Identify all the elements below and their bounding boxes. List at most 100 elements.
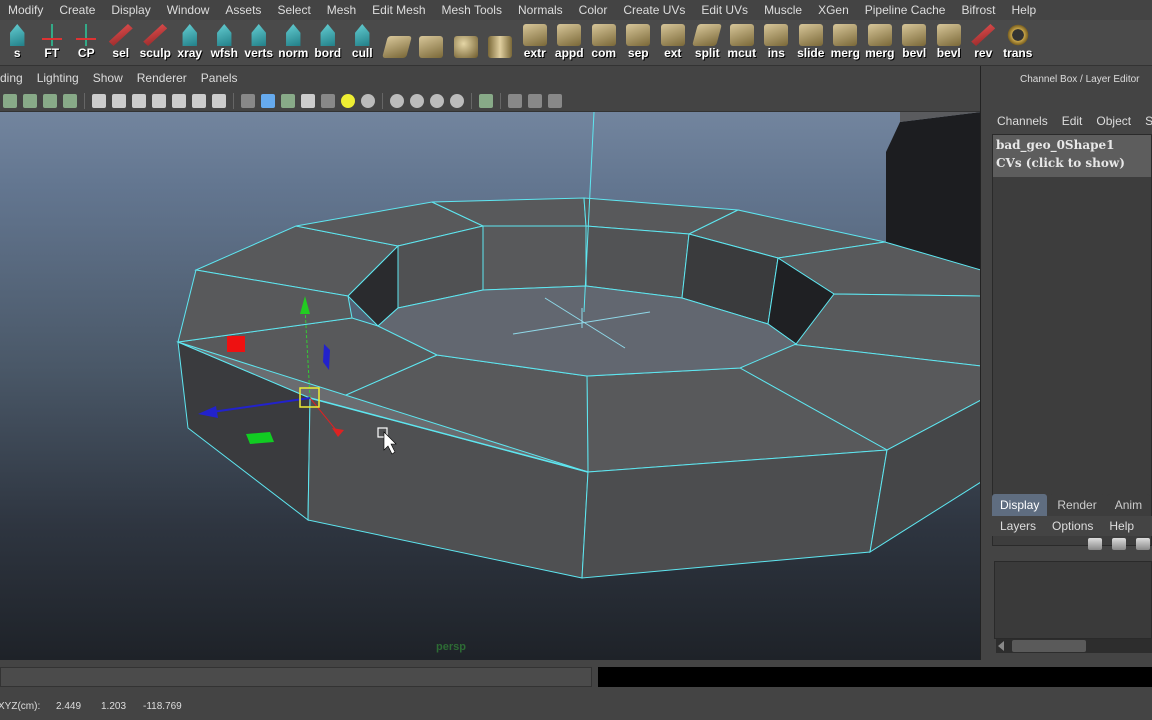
tab-render[interactable]: Render [1049, 494, 1105, 516]
shelf-tool-rev[interactable]: rev [966, 21, 1001, 65]
shelf-tool-FT[interactable]: FT [35, 21, 70, 65]
screen-space-ao-icon[interactable] [390, 93, 404, 108]
menu-display[interactable]: Display [103, 0, 158, 20]
smooth-shade-icon[interactable] [261, 93, 275, 108]
depth-of-field-icon[interactable] [450, 93, 464, 108]
menu-bifrost[interactable]: Bifrost [953, 0, 1003, 20]
shelf-tool-extr[interactable]: extr [518, 21, 553, 65]
menu-muscle[interactable]: Muscle [756, 0, 810, 20]
viewport-menu-panels[interactable]: Panels [194, 66, 245, 90]
manipulator-xy-plane-handle[interactable] [227, 336, 245, 352]
film-gate-icon[interactable] [112, 93, 126, 108]
motion-blur-icon[interactable] [410, 93, 424, 108]
shelf-tool-split[interactable]: split [690, 21, 725, 65]
shelf-tool-sculp[interactable]: sculp [138, 21, 173, 65]
shelf-tool-bevl[interactable]: bevl [932, 21, 967, 65]
shelf-tool-mcut[interactable]: mcut [725, 21, 760, 65]
grid-icon[interactable] [92, 93, 106, 108]
perspective-viewport[interactable]: ding Lighting Show Renderer Panels [0, 66, 981, 660]
shelf-tool-com[interactable]: com [587, 21, 622, 65]
isolate-select-icon[interactable] [479, 93, 493, 108]
menu-xgen[interactable]: XGen [810, 0, 857, 20]
lights-icon[interactable] [341, 93, 355, 108]
menu-select[interactable]: Select [269, 0, 318, 20]
scroll-thumb[interactable] [1012, 640, 1086, 652]
shelf-tool-appd[interactable]: appd [552, 21, 587, 65]
share-icon[interactable] [548, 93, 562, 108]
menu-mesh-tools[interactable]: Mesh Tools [434, 0, 510, 20]
wireframe-icon[interactable] [241, 93, 255, 108]
field-chart-icon[interactable] [172, 93, 186, 108]
layers-menu[interactable]: Layers [992, 519, 1044, 533]
antialias-icon[interactable] [430, 93, 444, 108]
menu-normals[interactable]: Normals [510, 0, 571, 20]
shelf-tool-bevl[interactable]: bevl [897, 21, 932, 65]
object-name[interactable]: bad_geo_0Shape1 [993, 135, 1151, 155]
tab-display[interactable]: Display [992, 494, 1048, 516]
menu-window[interactable]: Window [159, 0, 218, 20]
shelf-tool-sel[interactable]: sel [104, 21, 139, 65]
menu-pipeline-cache[interactable]: Pipeline Cache [857, 0, 954, 20]
shelf-tool-ext[interactable]: ext [656, 21, 691, 65]
camera-select-icon[interactable] [3, 93, 17, 108]
shelf-tool-verts[interactable]: verts [242, 21, 277, 65]
command-input[interactable] [0, 667, 592, 687]
menu-help[interactable]: Help [1004, 0, 1045, 20]
image-plane-icon[interactable] [63, 93, 77, 108]
xray-joints-icon[interactable] [508, 93, 522, 108]
safe-title-icon[interactable] [212, 93, 226, 108]
shelf-tool-norm[interactable]: norm [276, 21, 311, 65]
menu-mesh[interactable]: Mesh [319, 0, 364, 20]
viewport-menu-lighting[interactable]: Lighting [30, 66, 86, 90]
help-menu[interactable]: Help [1101, 519, 1142, 533]
edit-menu[interactable]: Edit [1055, 114, 1090, 128]
menu-modify[interactable]: Modify [0, 0, 51, 20]
shelf-tool-sep[interactable]: sep [621, 21, 656, 65]
textured-icon[interactable] [321, 93, 335, 108]
gate-mask-icon[interactable] [152, 93, 166, 108]
safe-action-icon[interactable] [192, 93, 206, 108]
shelf-tool-icon-12[interactable] [414, 21, 449, 65]
shelf-tool-merg[interactable]: merg [863, 21, 898, 65]
shelf-tool-merg[interactable]: merg [828, 21, 863, 65]
menu-color[interactable]: Color [571, 0, 616, 20]
shelf-tool-icon-13[interactable] [449, 21, 484, 65]
shelf-tool-ins[interactable]: ins [759, 21, 794, 65]
scroll-left-icon[interactable] [998, 641, 1004, 651]
new-layer-icon[interactable] [1088, 538, 1102, 550]
shelf-tool-slide[interactable]: slide [794, 21, 829, 65]
scene-canvas[interactable] [0, 112, 981, 660]
new-layer-selected-icon[interactable] [1112, 538, 1126, 550]
shelf-tool-icon-11[interactable] [380, 21, 415, 65]
cvs-toggle[interactable]: CVs (click to show) [993, 155, 1151, 177]
shelf-tool-wfsh[interactable]: wfsh [207, 21, 242, 65]
xray-icon[interactable] [301, 93, 315, 108]
viewport-menu-renderer[interactable]: Renderer [130, 66, 194, 90]
shelf-tool-trans[interactable]: trans [1001, 21, 1036, 65]
show-menu[interactable]: Sho [1138, 114, 1152, 128]
shelf-tool-icon-14[interactable] [483, 21, 518, 65]
layer-list[interactable] [994, 561, 1152, 639]
resolution-gate-icon[interactable] [132, 93, 146, 108]
menu-edit-mesh[interactable]: Edit Mesh [364, 0, 433, 20]
tab-anim[interactable]: Anim [1106, 494, 1151, 516]
channels-menu[interactable]: Channels [982, 114, 1055, 128]
options-menu[interactable]: Options [1044, 519, 1101, 533]
shelf-tool-s[interactable]: s [0, 21, 35, 65]
shadows-icon[interactable] [361, 93, 375, 108]
menu-create-uvs[interactable]: Create UVs [615, 0, 693, 20]
bookmark-icon[interactable] [43, 93, 57, 108]
manipulator-xz-plane-handle[interactable] [246, 432, 274, 444]
layer-options-icon[interactable] [1136, 538, 1150, 550]
shelf-tool-xray[interactable]: xray [173, 21, 208, 65]
xray-active-icon[interactable] [528, 93, 542, 108]
menu-edit-uvs[interactable]: Edit UVs [693, 0, 756, 20]
viewport-menu-show[interactable]: Show [86, 66, 130, 90]
menu-create[interactable]: Create [51, 0, 103, 20]
viewport-menu-shading[interactable]: ding [0, 66, 30, 90]
layer-list-scrollbar[interactable] [996, 639, 1152, 653]
shelf-tool-bord[interactable]: bord [311, 21, 346, 65]
camera-attributes-icon[interactable] [23, 93, 37, 108]
shelf-tool-CP[interactable]: CP [69, 21, 104, 65]
shelf-tool-cull[interactable]: cull [345, 21, 380, 65]
